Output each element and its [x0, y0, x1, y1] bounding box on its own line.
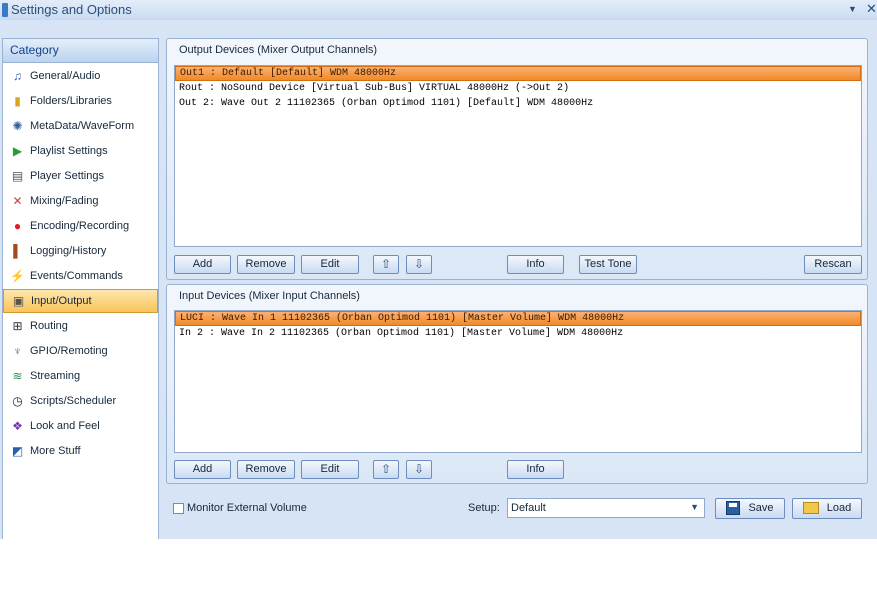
sidebar-item-label: Encoding/Recording: [30, 220, 130, 232]
input-devices-list[interactable]: LUCI : Wave In 1 11102365 (Orban Optimod…: [174, 310, 862, 453]
list-item[interactable]: Out 2: Wave Out 2 11102365 (Orban Optimo…: [175, 96, 861, 111]
sidebar-item-label: Scripts/Scheduler: [30, 395, 117, 407]
monitor-external-volume-label: Monitor External Volume: [187, 502, 307, 514]
output-devices-list[interactable]: Out1 : Default [Default] WDM 48000Hz Rout…: [174, 65, 862, 247]
sidebar-item-metadata-waveform[interactable]: ✺ MetaData/WaveForm: [3, 114, 158, 138]
setup-select-value: Default: [511, 502, 546, 514]
palette-icon: ❖: [12, 419, 23, 433]
app-icon: [2, 3, 8, 17]
sidebar-item-playlist-settings[interactable]: ▶ Playlist Settings: [3, 139, 158, 163]
output-devices-panel: Output Devices (Mixer Output Channels) O…: [166, 38, 868, 280]
settings-window: Settings and Options ▼ ✕ Category ♫ Gener…: [0, 0, 877, 539]
waveform-icon: ✺: [12, 119, 23, 133]
sidebar-item-player-settings[interactable]: ▤ Player Settings: [3, 164, 158, 188]
sidebar-item-folders-libraries[interactable]: ▮ Folders/Libraries: [3, 89, 158, 113]
sidebar-item-label: GPIO/Remoting: [30, 345, 108, 357]
list-item[interactable]: Rout : NoSound Device [Virtual Sub-Bus] …: [175, 81, 861, 96]
more-stuff-icon: ◩: [11, 444, 24, 458]
sidebar-item-label: Mixing/Fading: [30, 195, 99, 207]
io-icon: ▣: [12, 294, 25, 308]
close-icon[interactable]: ✕: [866, 1, 877, 17]
sidebar-item-routing[interactable]: ⊞ Routing: [3, 314, 158, 338]
open-folder-icon: [802, 502, 819, 515]
title-bar: Settings and Options ▼ ✕: [0, 0, 877, 20]
list-item[interactable]: In 2 : Wave In 2 11102365 (Orban Optimod…: [175, 326, 861, 341]
broadcast-icon: ≋: [12, 369, 23, 383]
input-info-button[interactable]: Info: [507, 460, 564, 479]
sidebar-item-encoding-recording[interactable]: ● Encoding/Recording: [3, 214, 158, 238]
input-remove-button[interactable]: Remove: [237, 460, 295, 479]
category-header: Category: [3, 39, 158, 63]
output-devices-title: Output Devices (Mixer Output Channels): [179, 44, 378, 56]
clock-icon: ◷: [12, 394, 23, 408]
book-icon: ▌: [13, 244, 22, 258]
sidebar-item-label: Events/Commands: [30, 270, 123, 282]
category-sidebar: Category ♫ General/Audio ▮ Folders/Librarie…: [2, 38, 159, 539]
save-button[interactable]: Save: [715, 498, 785, 519]
floppy-disk-icon: [726, 501, 741, 516]
record-icon: ●: [13, 219, 22, 233]
sidebar-item-label: Player Settings: [30, 170, 104, 182]
bottom-bar: Monitor External Volume Setup: Default ▼…: [166, 497, 866, 521]
window-title: Settings and Options: [11, 2, 132, 17]
input-add-button[interactable]: Add: [174, 460, 231, 479]
lightning-icon: ⚡: [10, 269, 25, 283]
input-devices-panel: Input Devices (Mixer Input Channels) LUC…: [166, 284, 868, 484]
rescan-button[interactable]: Rescan: [804, 255, 862, 274]
playlist-icon: ▶: [12, 144, 23, 158]
input-edit-button[interactable]: Edit: [301, 460, 359, 479]
chevron-down-icon[interactable]: ▼: [690, 502, 699, 512]
sidebar-item-label: Playlist Settings: [30, 145, 108, 157]
sidebar-item-more-stuff[interactable]: ◩ More Stuff: [3, 439, 158, 463]
output-info-button[interactable]: Info: [507, 255, 564, 274]
load-button-label: Load: [826, 502, 852, 514]
list-item[interactable]: LUCI : Wave In 1 11102365 (Orban Optimod…: [175, 311, 861, 326]
output-edit-button[interactable]: Edit: [301, 255, 359, 274]
crossfade-icon: ✕: [12, 194, 23, 208]
sidebar-item-look-and-feel[interactable]: ❖ Look and Feel: [3, 414, 158, 438]
setup-label: Setup:: [468, 502, 500, 514]
setup-select[interactable]: Default ▼: [507, 498, 705, 518]
sidebar-item-label: More Stuff: [30, 445, 81, 457]
folder-icon: ▮: [14, 94, 21, 108]
sidebar-item-streaming[interactable]: ≋ Streaming: [3, 364, 158, 388]
output-add-button[interactable]: Add: [174, 255, 231, 274]
sidebar-item-label: Input/Output: [31, 295, 92, 307]
input-devices-title: Input Devices (Mixer Input Channels): [179, 290, 360, 302]
output-move-down-button[interactable]: ⇩: [406, 255, 432, 274]
sidebar-item-gpio-remoting[interactable]: ♆ GPIO/Remoting: [3, 339, 158, 363]
output-move-up-button[interactable]: ⇧: [373, 255, 399, 274]
load-button[interactable]: Load: [792, 498, 862, 519]
player-icon: ▤: [11, 169, 24, 183]
sidebar-item-label: Streaming: [30, 370, 81, 382]
test-tone-button[interactable]: Test Tone: [579, 255, 637, 274]
sidebar-item-label: MetaData/WaveForm: [30, 120, 135, 132]
routing-icon: ⊞: [12, 319, 23, 333]
sidebar-item-input-output[interactable]: ▣ Input/Output: [3, 289, 158, 313]
sidebar-item-label: General/Audio: [30, 70, 101, 82]
sidebar-item-events-commands[interactable]: ⚡ Events/Commands: [3, 264, 158, 288]
sidebar-item-label: Folders/Libraries: [30, 95, 112, 107]
sidebar-item-general-audio[interactable]: ♫ General/Audio: [3, 64, 158, 88]
input-move-up-button[interactable]: ⇧: [373, 460, 399, 479]
sidebar-item-label: Logging/History: [30, 245, 107, 257]
sidebar-item-mixing-fading[interactable]: ✕ Mixing/Fading: [3, 189, 158, 213]
music-note-icon: ♫: [13, 69, 22, 83]
output-remove-button[interactable]: Remove: [237, 255, 295, 274]
monitor-external-volume-checkbox[interactable]: [173, 503, 184, 514]
input-move-down-button[interactable]: ⇩: [406, 460, 432, 479]
category-list: ♫ General/Audio ▮ Folders/Libraries ✺ MetaDat…: [3, 64, 158, 463]
sidebar-item-label: Look and Feel: [30, 420, 100, 432]
gpio-icon: ♆: [13, 344, 22, 358]
sidebar-item-label: Routing: [30, 320, 68, 332]
sidebar-item-scripts-scheduler[interactable]: ◷ Scripts/Scheduler: [3, 389, 158, 413]
sidebar-item-logging-history[interactable]: ▌ Logging/History: [3, 239, 158, 263]
save-button-label: Save: [748, 502, 774, 514]
dropdown-arrow-icon[interactable]: ▼: [848, 4, 857, 14]
list-item[interactable]: Out1 : Default [Default] WDM 48000Hz: [175, 66, 861, 81]
